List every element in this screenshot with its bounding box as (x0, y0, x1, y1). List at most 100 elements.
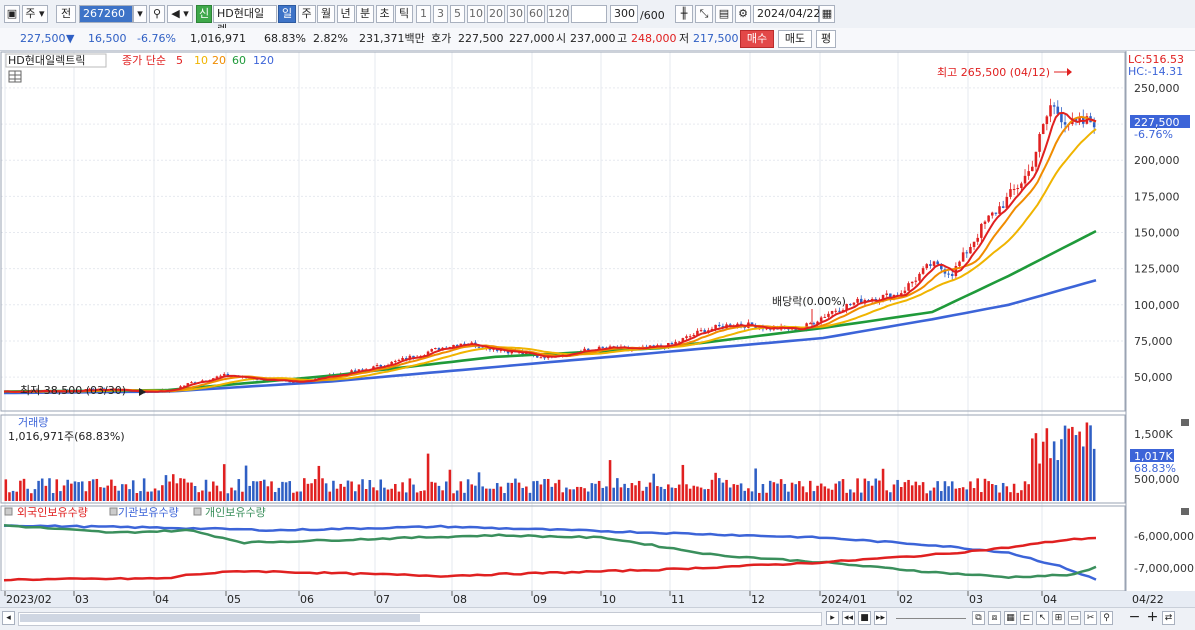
volume-bar (918, 485, 921, 501)
interval-button-4[interactable]: 20 (487, 5, 505, 23)
screen-icon[interactable]: ▣ (4, 5, 20, 23)
search-zoom-icon[interactable]: ⚲ (1100, 611, 1113, 625)
window-icon[interactable]: ▭ (1068, 611, 1081, 625)
volume-bar (452, 493, 455, 501)
save-icon[interactable]: ▤ (715, 5, 733, 23)
buy-button[interactable]: 매수 (740, 30, 774, 48)
scissors-icon[interactable]: ✂ (1084, 611, 1097, 625)
volume-bar (958, 488, 961, 501)
volume-bar (142, 478, 146, 501)
search-icon[interactable]: ⚲ (149, 5, 165, 23)
stock-chart[interactable]: HD현대일렉트릭 종가 단순 5 10 20 60 120 LC:516.53 … (0, 51, 1195, 607)
volume-bar (859, 492, 863, 501)
volume-bar (131, 480, 135, 501)
volume-bar (321, 478, 324, 501)
market-select[interactable]: 주 ▾ (22, 5, 48, 23)
volume-bar (139, 491, 142, 501)
interval-button-6[interactable]: 60 (527, 5, 545, 23)
price-tick-5: 125,000 (1134, 263, 1180, 276)
scroll-thumb[interactable] (20, 614, 420, 622)
count-input[interactable]: 300 (610, 5, 638, 23)
volume-bar (936, 481, 939, 501)
align-icon[interactable]: ⊏ (1020, 611, 1033, 625)
candle-body (543, 357, 546, 359)
interval-button-7[interactable]: 120 (547, 5, 569, 23)
scroll-left-icon[interactable]: ◂ (2, 611, 15, 625)
eval-button[interactable]: 평 (816, 30, 836, 48)
period-button-0[interactable]: 일 (278, 5, 296, 23)
date-input[interactable]: 2024/04/22 (753, 5, 820, 23)
sound-icon[interactable]: ◀ ▾ (167, 5, 193, 23)
interval-button-2[interactable]: 5 (450, 5, 465, 23)
holdings-panel-close-icon[interactable] (1181, 508, 1189, 515)
volume-bar (37, 480, 40, 501)
prev-button[interactable]: 전 (56, 5, 76, 23)
copy-icon[interactable]: ⧈ (988, 611, 1001, 625)
zoom-slider[interactable] (896, 618, 966, 619)
volume-bar (1023, 481, 1027, 501)
candle-body (936, 261, 939, 265)
volume-bar (845, 492, 848, 501)
volume-bar (397, 491, 401, 501)
gear-icon[interactable]: ⚙ (735, 5, 751, 23)
interval-button-5[interactable]: 30 (507, 5, 525, 23)
candle-body (910, 281, 914, 284)
candle-body (714, 324, 717, 329)
calendar-icon[interactable]: ▦ (819, 5, 835, 23)
volume-bar (270, 481, 273, 501)
interval-button-0[interactable]: 1 (416, 5, 431, 23)
candle-body (987, 215, 990, 222)
volume-bar (903, 482, 907, 501)
stock-code-input[interactable]: 267260 (79, 5, 133, 23)
candle-body (670, 343, 674, 345)
sell-button[interactable]: 매도 (778, 30, 812, 48)
period-button-3[interactable]: 년 (336, 5, 355, 23)
draw-tool-icon[interactable]: ⤡ (695, 5, 713, 23)
dropdown-arrow-icon[interactable]: ▾ (133, 5, 147, 23)
volume-bar (710, 479, 714, 501)
chart-scrollbar[interactable]: ◂ ▸ ◂◂ ■ ▸▸ ⧉ ⧈ ▦ ⊏ ↖ ⊞ ▭ ✂ ⚲ − + ⇄ (0, 607, 1195, 630)
stock-name-field[interactable]: HD현대일렉 (213, 5, 277, 36)
candle-body (980, 223, 983, 238)
volume-tick-high: 1,500K (1134, 428, 1173, 441)
volume-bar (1060, 439, 1063, 501)
volume-bar (1074, 435, 1078, 501)
period-button-5[interactable]: 초 (375, 5, 394, 23)
volume-panel-close-icon[interactable] (1181, 419, 1189, 426)
volume-bar (798, 481, 801, 501)
candle-body (983, 221, 987, 224)
candle-type-icon[interactable]: ╫ (675, 5, 693, 23)
zoom-out-icon[interactable]: − (1128, 610, 1141, 625)
interval-button-3[interactable]: 10 (467, 5, 485, 23)
volume-bar (688, 488, 692, 501)
volume-bar (703, 489, 706, 501)
volume-bar (761, 484, 765, 501)
stop-icon[interactable]: ■ (858, 611, 871, 625)
forward-icon[interactable]: ▸▸ (874, 611, 887, 625)
price-tick-8: 50,000 (1134, 371, 1173, 384)
zoom-in-icon[interactable]: + (1146, 610, 1159, 625)
volume-bar (983, 478, 987, 501)
volume-bar (565, 487, 568, 501)
x-axis-band (0, 591, 1195, 607)
volume-bar (590, 483, 594, 501)
layout-icon[interactable]: ⧉ (972, 611, 985, 625)
current-change-label: -6.76% (1134, 128, 1173, 141)
period-button-1[interactable]: 주 (297, 5, 316, 23)
grid-icon[interactable]: ▦ (1004, 611, 1017, 625)
expand-icon[interactable]: ⇄ (1162, 611, 1175, 625)
legend-ma60: 60 (232, 54, 246, 67)
period-button-6[interactable]: 틱 (395, 5, 413, 23)
volume-bar (841, 479, 845, 501)
blank-select[interactable] (571, 5, 607, 23)
scroll-right-icon[interactable]: ▸ (826, 611, 839, 625)
cursor-icon[interactable]: ↖ (1036, 611, 1049, 625)
volume-bar (994, 485, 998, 501)
tool-icon[interactable]: ⊞ (1052, 611, 1065, 625)
rewind-icon[interactable]: ◂◂ (842, 611, 855, 625)
volume-bar (66, 479, 69, 501)
interval-button-1[interactable]: 3 (433, 5, 448, 23)
price-tick-4: 150,000 (1134, 227, 1180, 240)
period-button-2[interactable]: 월 (317, 5, 335, 23)
period-button-4[interactable]: 분 (356, 5, 374, 23)
